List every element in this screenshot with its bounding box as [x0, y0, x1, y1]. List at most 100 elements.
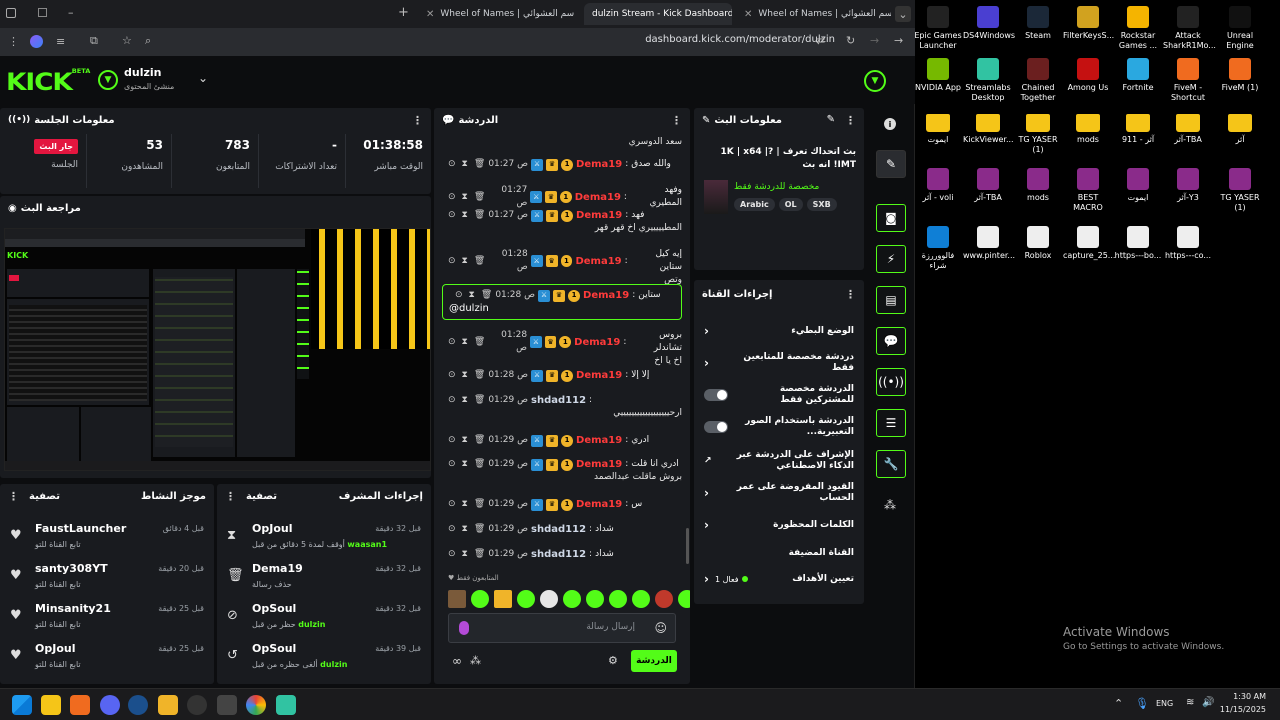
back-icon[interactable]: → — [894, 34, 903, 47]
app-icon[interactable] — [128, 695, 148, 715]
more-options-icon[interactable]: ⋮ — [412, 114, 423, 127]
username-link[interactable]: Dema19 — [252, 562, 303, 575]
kick-logo[interactable]: KICKBETA — [6, 68, 90, 96]
emote-icon[interactable] — [586, 590, 604, 608]
profile-icon[interactable] — [30, 35, 43, 48]
file-explorer-icon[interactable] — [41, 695, 61, 715]
microphone-icon[interactable]: 🎙 — [1135, 697, 1149, 710]
start-button[interactable] — [12, 695, 32, 715]
hourglass-icon[interactable]: ⧗ — [462, 336, 468, 349]
tab-wheel-of-names-2[interactable]: ✕ Wheel of Names | سم العشوائي — [736, 3, 891, 25]
pin-icon[interactable]: ⊙ — [448, 158, 456, 171]
channel-action-row[interactable]: القيود المفروضة على عمر الحساب › — [694, 482, 864, 504]
tag-chip[interactable]: Arabic — [734, 198, 775, 211]
rail-button-wrench[interactable]: 🔧 — [876, 450, 906, 478]
moderator-link[interactable]: waasan1 — [347, 540, 387, 549]
chat-username[interactable]: shdad112 — [531, 394, 586, 407]
channel-action-row[interactable]: الوضع البطيء › — [694, 320, 864, 342]
rail-button-camera[interactable]: ◙ — [876, 204, 906, 232]
clock-date[interactable]: 11/15/2025 — [1216, 705, 1266, 714]
hourglass-icon[interactable]: ⧗ — [469, 289, 475, 302]
emote-icon[interactable] — [494, 590, 512, 608]
more-options-icon[interactable]: ⋮ — [671, 114, 682, 127]
desktop-icon[interactable]: Among Us — [1063, 58, 1113, 93]
hourglass-icon[interactable]: ⧗ — [462, 255, 468, 268]
trash-icon[interactable]: 🗑 — [474, 255, 485, 268]
rail-button-notes[interactable]: ▤ — [876, 286, 906, 314]
info-icon[interactable]: i — [884, 118, 896, 130]
chevron-up-icon[interactable]: ⌃ — [1114, 697, 1123, 710]
username-link[interactable]: OpSoul — [252, 642, 296, 655]
new-tab-icon[interactable]: + — [398, 5, 409, 20]
username-link[interactable]: OpSoul — [252, 602, 296, 615]
desktop-icon[interactable]: Attack SharkR1Mo... — [1163, 6, 1216, 51]
channel-action-row[interactable]: الدردشة باستخدام الصور التعبيرية... — [694, 416, 864, 438]
pin-icon[interactable]: ⊙ — [448, 209, 456, 222]
volume-icon[interactable]: 🔊 — [1202, 697, 1214, 708]
hourglass-icon[interactable]: ⧗ — [462, 158, 468, 171]
clock-time[interactable]: 1:30 AM — [1222, 692, 1266, 701]
username-link[interactable]: OpJoul — [35, 642, 75, 655]
pin-icon[interactable]: ⊙ — [448, 458, 456, 471]
chat-message[interactable]: شداد: shdad112 01:29 ص ⊙ ⧗ 🗑 — [442, 523, 682, 536]
chat-username[interactable]: Dema19 — [576, 498, 622, 511]
pin-icon[interactable]: ⊙ — [448, 369, 456, 382]
emote-icon[interactable] — [678, 590, 690, 608]
pin-icon[interactable]: ⊙ — [448, 255, 456, 268]
chat-message[interactable]: ادري: Dema19 1 ♛ ⚔ 01:29 ص ⊙ ⧗ 🗑 — [442, 434, 682, 447]
chat-username[interactable]: shdad112 — [531, 548, 586, 561]
desktop-icon[interactable]: BEST MACRO — [1063, 168, 1113, 213]
more-options-icon[interactable]: ⋮ — [845, 114, 856, 127]
hourglass-icon[interactable]: ⧗ — [462, 498, 468, 511]
window-restore-icon[interactable] — [38, 8, 47, 17]
username-link[interactable]: OpJoul — [252, 522, 292, 535]
desktop-icon[interactable]: Unreal Engine — [1215, 6, 1265, 51]
desktop-icon[interactable]: mods — [1013, 168, 1063, 203]
hourglass-icon[interactable]: ⧗ — [462, 369, 468, 382]
chat-username[interactable]: shdad112 — [531, 523, 586, 536]
desktop-icon[interactable]: ايموت — [1113, 168, 1163, 203]
desktop-icon[interactable]: فالووررزة شراء — [913, 226, 963, 271]
channel-action-row[interactable]: دردشة مخصصة للمتابعين فقط › — [694, 352, 864, 374]
close-icon[interactable]: ✕ — [744, 9, 752, 20]
send-chat-button[interactable]: الدردشة — [631, 650, 677, 672]
chevron-down-icon[interactable]: ⌄ — [895, 6, 911, 22]
rail-button-broadcast[interactable]: ((•)) — [876, 368, 906, 396]
chevron-down-icon[interactable]: ⌄ — [198, 71, 208, 85]
desktop-icon[interactable]: FilterKeysS... — [1063, 6, 1114, 41]
trash-icon[interactable]: 🗑 — [474, 434, 485, 447]
hourglass-icon[interactable]: ⧗ — [462, 394, 468, 407]
desktop-icon[interactable]: NVIDIA App — [913, 58, 963, 93]
desktop-icon[interactable]: Chained Together — [1013, 58, 1063, 103]
tab-list-icon[interactable] — [6, 8, 16, 18]
chat-message[interactable]: إيه كيل ستاين: Dema19 1 ♛ ⚔ 01:28 ص ⊙ ⧗ 🗑 وتص — [442, 248, 682, 287]
channel-action-row[interactable]: الكلمات المحظورة › — [694, 514, 864, 536]
desktop-icon[interactable]: FiveM (1) — [1215, 58, 1265, 93]
username-link[interactable]: FaustLauncher — [35, 522, 126, 535]
chat-message[interactable]: بروس تشاندلر: Dema19 1 ♛ ⚔ 01:28 ص ⊙ ⧗ 🗑 اخ يا اخ — [442, 329, 682, 368]
filter-button[interactable]: تصفية — [29, 491, 60, 502]
chat-username[interactable]: Dema19 — [583, 289, 629, 302]
edit-layout-button[interactable]: ✎ — [876, 150, 906, 178]
desktop-icon[interactable]: mods — [1063, 114, 1113, 145]
pin-icon[interactable]: ⊙ — [448, 434, 456, 447]
username-link[interactable]: santy308YT — [35, 562, 108, 575]
desktop-icon[interactable]: آثر — [1215, 114, 1265, 145]
pin-icon[interactable]: ⊙ — [448, 498, 456, 511]
trash-icon[interactable]: 🗑 — [474, 523, 485, 536]
trash-icon[interactable]: 🗑 — [474, 209, 485, 222]
trash-icon[interactable]: 🗑 — [474, 191, 485, 204]
fivem-icon[interactable] — [70, 695, 90, 715]
trash-icon[interactable]: 🗑 — [474, 458, 485, 471]
app-icon[interactable] — [187, 695, 207, 715]
channel-avatar[interactable]: ▼ — [98, 70, 118, 90]
toggle-switch[interactable] — [704, 389, 728, 401]
tab-kick-dashboard[interactable]: dulzin Stream - Kick Dashboard — [584, 3, 732, 25]
minimize-icon[interactable]: – — [68, 6, 74, 19]
emote-picker-icon[interactable] — [459, 621, 469, 635]
chat-username[interactable]: Dema19 — [576, 369, 622, 382]
chat-scrollbar[interactable] — [686, 528, 689, 564]
desktop-icon[interactable]: https---co... — [1163, 226, 1213, 261]
desktop-icon[interactable]: ايموت — [913, 114, 963, 145]
pin-icon[interactable]: ⊙ — [448, 336, 456, 349]
